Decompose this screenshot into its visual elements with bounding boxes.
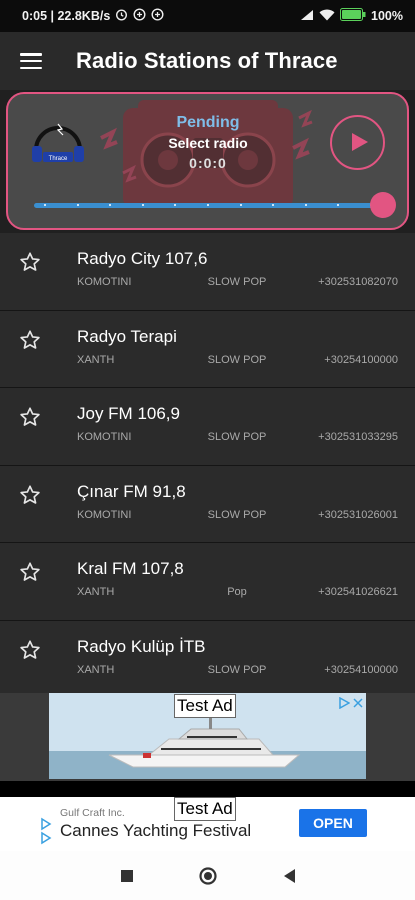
ad-advertiser: Gulf Craft Inc. xyxy=(60,807,125,819)
station-name: Joy FM 106,9 xyxy=(77,404,180,423)
adchoices-icon[interactable] xyxy=(338,697,363,709)
elapsed-time: 0:0:0 xyxy=(189,155,227,171)
status-pending: Pending xyxy=(176,114,240,131)
seek-ticks xyxy=(34,204,382,207)
station-row[interactable]: Joy FM 106,9 KOMOTINI SLOW POP +30253103… xyxy=(0,388,415,466)
station-genre: SLOW POP xyxy=(207,353,267,366)
favorite-star-icon[interactable] xyxy=(19,406,41,428)
station-phone: +30254100000 xyxy=(324,663,398,676)
station-genre: SLOW POP xyxy=(207,508,267,521)
app-bar: Radio Stations of Thrace xyxy=(0,32,415,90)
content-area: Thrace Pending Select radio 0:0:0 Radyo … xyxy=(0,90,415,781)
station-city: XANTH xyxy=(77,663,115,676)
page-title: Radio Stations of Thrace xyxy=(76,48,338,73)
favorite-star-icon[interactable] xyxy=(19,329,41,351)
favorite-star-icon[interactable] xyxy=(19,639,41,661)
menu-icon[interactable] xyxy=(20,53,42,69)
station-phone: +302531026001 xyxy=(318,508,398,521)
close-icon[interactable] xyxy=(353,698,363,708)
station-name: Radyo Kulüp İTB xyxy=(77,636,206,656)
home-icon[interactable] xyxy=(198,866,218,886)
station-phone: +302541026621 xyxy=(318,586,398,598)
station-city: KOMOTINI xyxy=(77,276,132,288)
ad-headline[interactable]: Cannes Yachting Festival xyxy=(60,821,251,841)
play-icon xyxy=(352,133,368,151)
bottom-ad[interactable]: Test Ad Gulf Craft Inc. Cannes Yachting … xyxy=(0,797,415,851)
open-button[interactable]: OPEN xyxy=(299,809,367,837)
station-name: Kral FM 107,8 xyxy=(77,559,184,578)
station-list: Radyo City 107,6 KOMOTINI SLOW POP +3025… xyxy=(0,233,415,698)
test-ad-label: Test Ad xyxy=(174,694,236,718)
station-row[interactable]: Çınar FM 91,8 KOMOTINI SLOW POP +3025310… xyxy=(0,465,415,543)
alarm-icon xyxy=(115,8,128,24)
station-genre: SLOW POP xyxy=(207,663,267,676)
station-row[interactable]: Kral FM 107,8 XANTH Pop +302541026621 xyxy=(0,543,415,621)
app-notification-icon xyxy=(151,8,164,24)
station-row[interactable]: Radyo Terapi XANTH SLOW POP +30254100000 xyxy=(0,310,415,388)
ad-banner[interactable]: Test Ad xyxy=(0,693,415,781)
station-name: Radyo Terapi xyxy=(77,326,177,346)
wifi-icon xyxy=(319,9,335,24)
station-city: XANTH xyxy=(77,353,115,366)
back-icon[interactable] xyxy=(282,868,296,884)
recents-icon[interactable] xyxy=(120,869,134,883)
favorite-star-icon[interactable] xyxy=(19,561,41,583)
signal-icon xyxy=(300,9,314,24)
station-phone: +30254100000 xyxy=(324,353,398,366)
bottom-ad-content: Gulf Craft Inc. Cannes Yachting Festival… xyxy=(38,797,378,851)
station-genre: Pop xyxy=(227,586,247,598)
play-button[interactable] xyxy=(330,115,385,170)
favorite-star-icon[interactable] xyxy=(19,251,41,273)
station-city: KOMOTINI xyxy=(77,431,132,443)
player-card: Thrace Pending Select radio 0:0:0 xyxy=(6,92,409,230)
station-genre: SLOW POP xyxy=(207,276,267,288)
status-bar: 0:05 | 22.8KB/s 100% xyxy=(0,0,415,32)
status-time-speed: 0:05 | 22.8KB/s xyxy=(22,9,111,23)
system-nav-bar xyxy=(0,851,415,900)
player-status: Pending Select radio 0:0:0 xyxy=(148,114,268,171)
station-city: KOMOTINI xyxy=(77,508,132,521)
thrace-logo: Thrace xyxy=(32,123,84,162)
favorite-star-icon[interactable] xyxy=(19,484,41,506)
station-name: Çınar FM 91,8 xyxy=(77,481,186,501)
status-prompt: Select radio xyxy=(168,135,248,151)
station-row[interactable]: Radyo Kulüp İTB XANTH SLOW POP +30254100… xyxy=(0,620,415,698)
seek-thumb[interactable] xyxy=(370,192,396,218)
station-phone: +302531082070 xyxy=(318,276,398,288)
thrace-logo-text: Thrace xyxy=(49,156,68,162)
adchoices-icon[interactable] xyxy=(40,817,52,845)
station-row[interactable]: Radyo City 107,6 KOMOTINI SLOW POP +3025… xyxy=(0,233,415,311)
battery-level: 100 xyxy=(371,9,392,23)
station-phone: +302531033295 xyxy=(318,431,398,443)
station-city: XANTH xyxy=(77,586,115,598)
station-name: Radyo City 107,6 xyxy=(77,249,208,268)
app-notification-icon xyxy=(133,8,146,24)
battery-icon xyxy=(340,8,366,24)
station-genre: SLOW POP xyxy=(207,431,267,443)
